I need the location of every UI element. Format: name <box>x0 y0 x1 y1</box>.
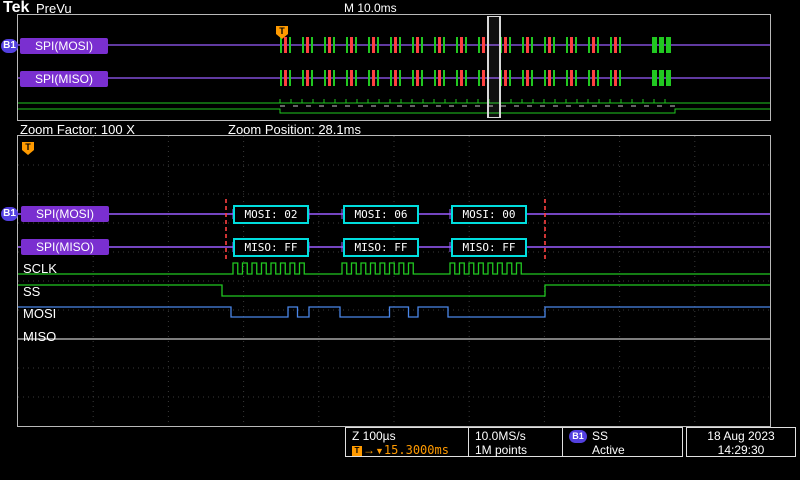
status-b1-badge: B1 <box>569 430 587 444</box>
timebase-readout: M 10.0ms <box>344 1 397 15</box>
zoom-scale-cell: Z 100µs T →▼15.3000ms <box>346 428 468 458</box>
trigger-source-label: SS <box>592 429 609 443</box>
date-readout: 18 Aug 2023 <box>707 429 775 443</box>
delay-caret-icon: ▼ <box>375 446 384 456</box>
decode-box-mosi-2: MOSI: 06 <box>343 205 419 224</box>
overview-bus2-label: SPI(MISO) <box>20 71 108 87</box>
digital-label-ss: SS <box>23 284 41 299</box>
decode-box-miso-1: MISO: FF <box>233 238 309 257</box>
trigger-state-label: Active <box>592 443 625 458</box>
trigger-status-cell: B1 SS Active <box>562 428 682 458</box>
sample-rate-readout: 10.0MS/s <box>475 429 526 443</box>
digital-label-mosi: MOSI <box>23 306 57 321</box>
zoom-b1-badge: B1 <box>1 207 18 221</box>
zoom-window-indicator[interactable] <box>487 16 501 118</box>
trigger-flag-icon: T <box>352 445 362 456</box>
delay-value: 15.3000ms <box>383 443 449 457</box>
delay-readout: T →▼15.3000ms <box>352 443 468 458</box>
zoom-scale-readout: Z 100µs <box>352 429 396 443</box>
zoom-bus2-label: SPI(MISO) <box>21 239 109 255</box>
datetime-box: 18 Aug 2023 14:29:30 <box>686 427 796 457</box>
sample-rate-cell: 10.0MS/s 1M points <box>468 428 562 457</box>
decode-box-miso-3: MISO: FF <box>451 238 527 257</box>
overview-b1-badge: B1 <box>1 39 18 53</box>
zoom-waveform-plot <box>18 136 770 426</box>
zoom-bus1-label: SPI(MOSI) <box>21 206 109 222</box>
decode-box-mosi-1: MOSI: 02 <box>233 205 309 224</box>
decode-box-mosi-3: MOSI: 00 <box>451 205 527 224</box>
oscilloscope-screen: Tek PreVu M 10.0ms SPI(MOSI) SPI(MISO) T… <box>0 0 800 480</box>
digital-label-sclk: SCLK <box>23 261 57 276</box>
record-length-readout: 1M points <box>475 443 528 457</box>
overview-window: SPI(MOSI) SPI(MISO) T <box>17 14 771 121</box>
overview-waveform-plot <box>18 37 770 114</box>
digital-label-miso: MISO <box>23 329 57 344</box>
time-readout: 14:29:30 <box>717 443 765 457</box>
zoom-window: T SPI(MOSI) SPI(MISO) SCLK SS MOSI MISO … <box>17 135 771 427</box>
delay-arrow-icon: → <box>363 443 375 457</box>
acquisition-readout-box: Z 100µs T →▼15.3000ms 10.0MS/s 1M points … <box>345 427 683 457</box>
overview-bus1-label: SPI(MOSI) <box>20 38 108 54</box>
decode-box-miso-2: MISO: FF <box>343 238 419 257</box>
